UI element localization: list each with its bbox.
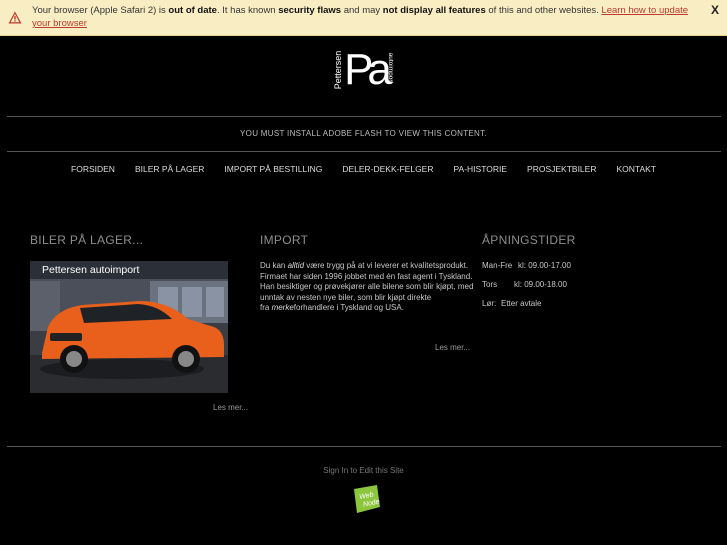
nav-import-pa-bestilling[interactable]: IMPORT PÅ BESTILLING xyxy=(224,164,322,174)
logo-wordmark: Pettersen xyxy=(333,51,343,90)
hours-row: Tors kl: 09.00-18.00 xyxy=(482,280,571,299)
hours-time: Etter avtale xyxy=(501,299,542,308)
top-divider xyxy=(7,116,721,117)
car-photo-banner: Pettersen autoimport xyxy=(42,264,140,276)
footer-divider xyxy=(7,446,721,447)
hours-day: Man-Fre xyxy=(482,261,513,270)
site-logo[interactable]: Pettersen Pa autoimport xyxy=(329,36,397,92)
stock-read-more-link[interactable]: Les mer... xyxy=(213,403,248,412)
stock-section-title: BILER PÅ LAGER... xyxy=(30,233,144,247)
hours-day: Tors xyxy=(482,280,498,289)
nav-deler-dekk-felger[interactable]: DELER-DEKK-FELGER xyxy=(342,164,433,174)
main-nav: FORSIDEN BILER PÅ LAGER IMPORT PÅ BESTIL… xyxy=(0,164,727,174)
hours-time: kl: 09.00-18.00 xyxy=(514,280,567,289)
import-read-more-link[interactable]: Les mer... xyxy=(435,343,470,352)
hours-day: Lør: xyxy=(482,299,497,308)
warning-icon xyxy=(8,11,22,24)
hours-section-title: ÅPNINGSTIDER xyxy=(482,233,576,247)
nav-forsiden[interactable]: FORSIDEN xyxy=(71,164,115,174)
sign-in-link[interactable]: Sign In to Edit this Site xyxy=(0,466,727,475)
logo-tagline: autoimport xyxy=(387,53,394,84)
nav-top-divider xyxy=(7,151,721,152)
hours-row: Man-Fre kl: 09.00-17.00 xyxy=(482,261,571,280)
browser-warning-bar: Your browser (Apple Safari 2) is out of … xyxy=(0,0,727,36)
browser-warning-text: Your browser (Apple Safari 2) is out of … xyxy=(32,5,689,29)
hours-time: kl: 09.00-17.00 xyxy=(518,261,571,270)
nav-pa-historie[interactable]: PA-HISTORIE xyxy=(454,164,508,174)
hours-row: Lør: Etter avtale xyxy=(482,299,571,318)
car-photo[interactable]: Pettersen autoimport xyxy=(30,261,228,393)
close-warning-button[interactable]: X xyxy=(711,3,719,17)
opening-hours-list: Man-Fre kl: 09.00-17.00 Tors kl: 09.00-1… xyxy=(482,261,571,318)
logo-monogram: Pa xyxy=(344,45,392,92)
nav-prosjektbiler[interactable]: PROSJEKTBILER xyxy=(527,164,596,174)
nav-biler-pa-lager[interactable]: BILER PÅ LAGER xyxy=(135,164,204,174)
webnode-badge-icon[interactable]: Web Node xyxy=(351,485,381,513)
import-body-text: Du kan alltid være trygg på at vi levere… xyxy=(260,261,474,312)
flash-required-message: YOU MUST INSTALL ADOBE FLASH TO VIEW THI… xyxy=(240,129,487,138)
import-section-title: IMPORT xyxy=(260,233,309,247)
nav-kontakt[interactable]: KONTAKT xyxy=(616,164,656,174)
